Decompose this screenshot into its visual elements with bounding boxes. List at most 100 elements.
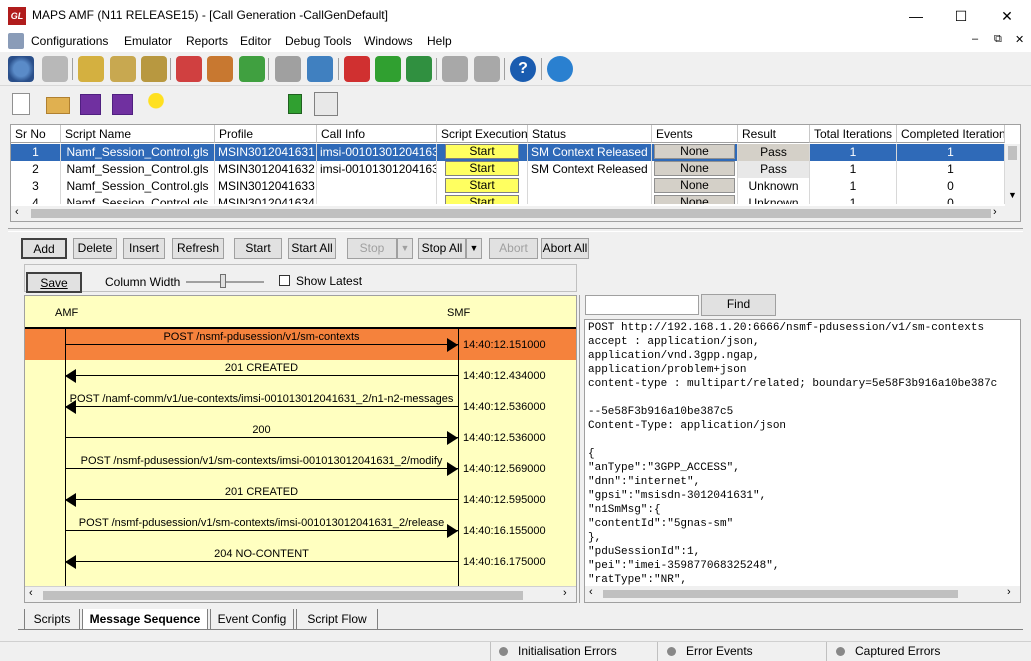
col-header-call-info[interactable]: Call Info: [317, 125, 437, 143]
menu-reports[interactable]: Reports: [186, 34, 228, 48]
sequence-message-row[interactable]: 201 CREATED 14:40:12.595000: [25, 484, 576, 515]
bulk-call-p-icon[interactable]: [406, 56, 432, 82]
sequence-message-row[interactable]: 200 14:40:12.536000: [25, 422, 576, 453]
delete-button[interactable]: Delete: [73, 238, 117, 259]
refresh-button[interactable]: Refresh: [172, 238, 224, 259]
vertical-splitter[interactable]: [579, 295, 583, 603]
stop-dropdown-icon[interactable]: ▼: [397, 238, 413, 259]
table-row[interactable]: 1 Namf_Session_Control.gls MSIN301204163…: [11, 144, 1005, 161]
mdi-close-button[interactable]: ✕: [1015, 33, 1024, 46]
events-button[interactable]: None: [654, 144, 735, 159]
col-header-total-iterations[interactable]: Total Iterations: [810, 125, 897, 143]
col-header-result[interactable]: Result: [738, 125, 810, 143]
scroll-left-icon[interactable]: ‹: [589, 586, 593, 598]
log-icon[interactable]: [42, 56, 68, 82]
tab-message-sequence[interactable]: Message Sequence: [82, 609, 208, 630]
minimize-button[interactable]: —: [906, 6, 926, 26]
app-menu-icon[interactable]: [8, 33, 24, 49]
sequence-message-row[interactable]: POST /nsmf-pdusession/v1/sm-contexts 14:4…: [25, 329, 576, 360]
start-button[interactable]: Start: [445, 178, 519, 193]
tab-scripts[interactable]: Scripts: [24, 609, 80, 630]
scroll-thumb[interactable]: [31, 209, 991, 218]
table-row[interactable]: 3 Namf_Session_Control.gls MSIN301204163…: [11, 178, 1005, 195]
abort-button[interactable]: Abort: [489, 238, 538, 259]
close-button[interactable]: ✕: [997, 6, 1017, 26]
sequence-message-row[interactable]: POST /namf-comm/v1/ue-contexts/imsi-0010…: [25, 391, 576, 422]
status-init-errors[interactable]: Initialisation Errors: [518, 644, 617, 658]
scroll-right-icon[interactable]: ›: [563, 587, 567, 599]
slider-thumb[interactable]: [220, 274, 226, 288]
save-icon[interactable]: [80, 94, 101, 115]
maximize-button[interactable]: ☐: [951, 6, 971, 26]
sequence-message-row[interactable]: 204 NO-CONTENT 14:40:16.175000: [25, 546, 576, 577]
stop-button[interactable]: Stop: [347, 238, 397, 259]
menu-emulator[interactable]: Emulator: [124, 34, 172, 48]
stop-all-button[interactable]: Stop All: [418, 238, 466, 259]
detail-hscrollbar[interactable]: ‹ ›: [585, 586, 1020, 602]
save-as-icon[interactable]: [112, 94, 133, 115]
tool-icon[interactable]: [275, 56, 301, 82]
disconnect-icon[interactable]: [474, 56, 500, 82]
tab-event-config[interactable]: Event Config: [210, 609, 294, 630]
bulk-call-c-icon[interactable]: [375, 56, 401, 82]
sequence-message-row[interactable]: 201 CREATED 14:40:12.434000: [25, 360, 576, 391]
debug-icon[interactable]: [110, 56, 136, 82]
add-button[interactable]: Add: [21, 238, 67, 259]
col-header-events[interactable]: Events: [652, 125, 738, 143]
vertical-scrollbar[interactable]: ▼: [1005, 144, 1020, 206]
open-folder-icon[interactable]: [46, 97, 70, 114]
vertical-layout-icon[interactable]: [288, 94, 302, 114]
bulk-call-d-icon[interactable]: [344, 56, 370, 82]
menu-configurations[interactable]: Configurations: [31, 34, 108, 48]
connect-icon[interactable]: [442, 56, 468, 82]
col-header-script-execution[interactable]: Script Execution: [437, 125, 528, 143]
stop-all-dropdown-icon[interactable]: ▼: [466, 238, 482, 259]
mdi-minimize-button[interactable]: –: [972, 33, 978, 45]
security-icon[interactable]: [239, 56, 265, 82]
status-captured-errors[interactable]: Captured Errors: [855, 644, 940, 658]
profile-icon[interactable]: [176, 56, 202, 82]
tab-script-flow[interactable]: Script Flow: [296, 609, 378, 630]
horizontal-scrollbar[interactable]: ‹ ›: [11, 206, 1020, 221]
script-editor-icon[interactable]: [78, 56, 104, 82]
refresh-icon[interactable]: [547, 56, 573, 82]
settings-gear-icon[interactable]: [8, 56, 34, 82]
save-button[interactable]: Save: [26, 272, 82, 293]
find-button[interactable]: Find: [701, 294, 776, 316]
table-row[interactable]: 4 Namf_Session_Control.gls MSIN301204163…: [11, 195, 1005, 204]
lightbulb-icon[interactable]: [148, 93, 164, 115]
mdi-restore-button[interactable]: ⧉: [994, 33, 1002, 46]
sequence-message-row[interactable]: POST /nsmf-pdusession/v1/sm-contexts/ims…: [25, 453, 576, 484]
start-all-button[interactable]: Start All: [288, 238, 336, 259]
scroll-thumb[interactable]: [43, 591, 523, 600]
scroll-right-icon[interactable]: ›: [993, 206, 997, 218]
menu-editor[interactable]: Editor: [240, 34, 271, 48]
abort-all-button[interactable]: Abort All: [541, 238, 589, 259]
col-header-completed-iterations[interactable]: Completed Iterations: [897, 125, 1005, 143]
menu-windows[interactable]: Windows: [364, 34, 413, 48]
menu-debug-tools[interactable]: Debug Tools: [285, 34, 352, 48]
trace-icon[interactable]: [141, 56, 167, 82]
insert-button[interactable]: Insert: [123, 238, 165, 259]
events-button[interactable]: None: [654, 195, 735, 204]
show-latest-checkbox[interactable]: [279, 275, 290, 286]
new-file-icon[interactable]: [12, 93, 30, 115]
start-action-button[interactable]: Start: [234, 238, 282, 259]
scroll-left-icon[interactable]: ‹: [29, 587, 33, 599]
col-header-profile[interactable]: Profile: [215, 125, 317, 143]
help-icon[interactable]: ?: [510, 56, 536, 82]
sequence-hscrollbar[interactable]: ‹ ›: [25, 586, 576, 602]
scroll-right-icon[interactable]: ›: [1007, 586, 1011, 598]
col-header-script-name[interactable]: Script Name: [61, 125, 215, 143]
events-button[interactable]: None: [654, 178, 735, 193]
col-header-status[interactable]: Status: [528, 125, 652, 143]
status-error-events[interactable]: Error Events: [686, 644, 753, 658]
start-button[interactable]: Start: [445, 161, 519, 176]
events-button[interactable]: None: [654, 161, 735, 176]
sequence-message-row[interactable]: POST /nsmf-pdusession/v1/sm-contexts/ims…: [25, 515, 576, 546]
tree-layout-icon[interactable]: [314, 92, 338, 116]
menu-help[interactable]: Help: [427, 34, 452, 48]
wrench-icon[interactable]: [307, 56, 333, 82]
scroll-left-icon[interactable]: ‹: [15, 206, 19, 218]
splitter[interactable]: [8, 228, 1023, 232]
